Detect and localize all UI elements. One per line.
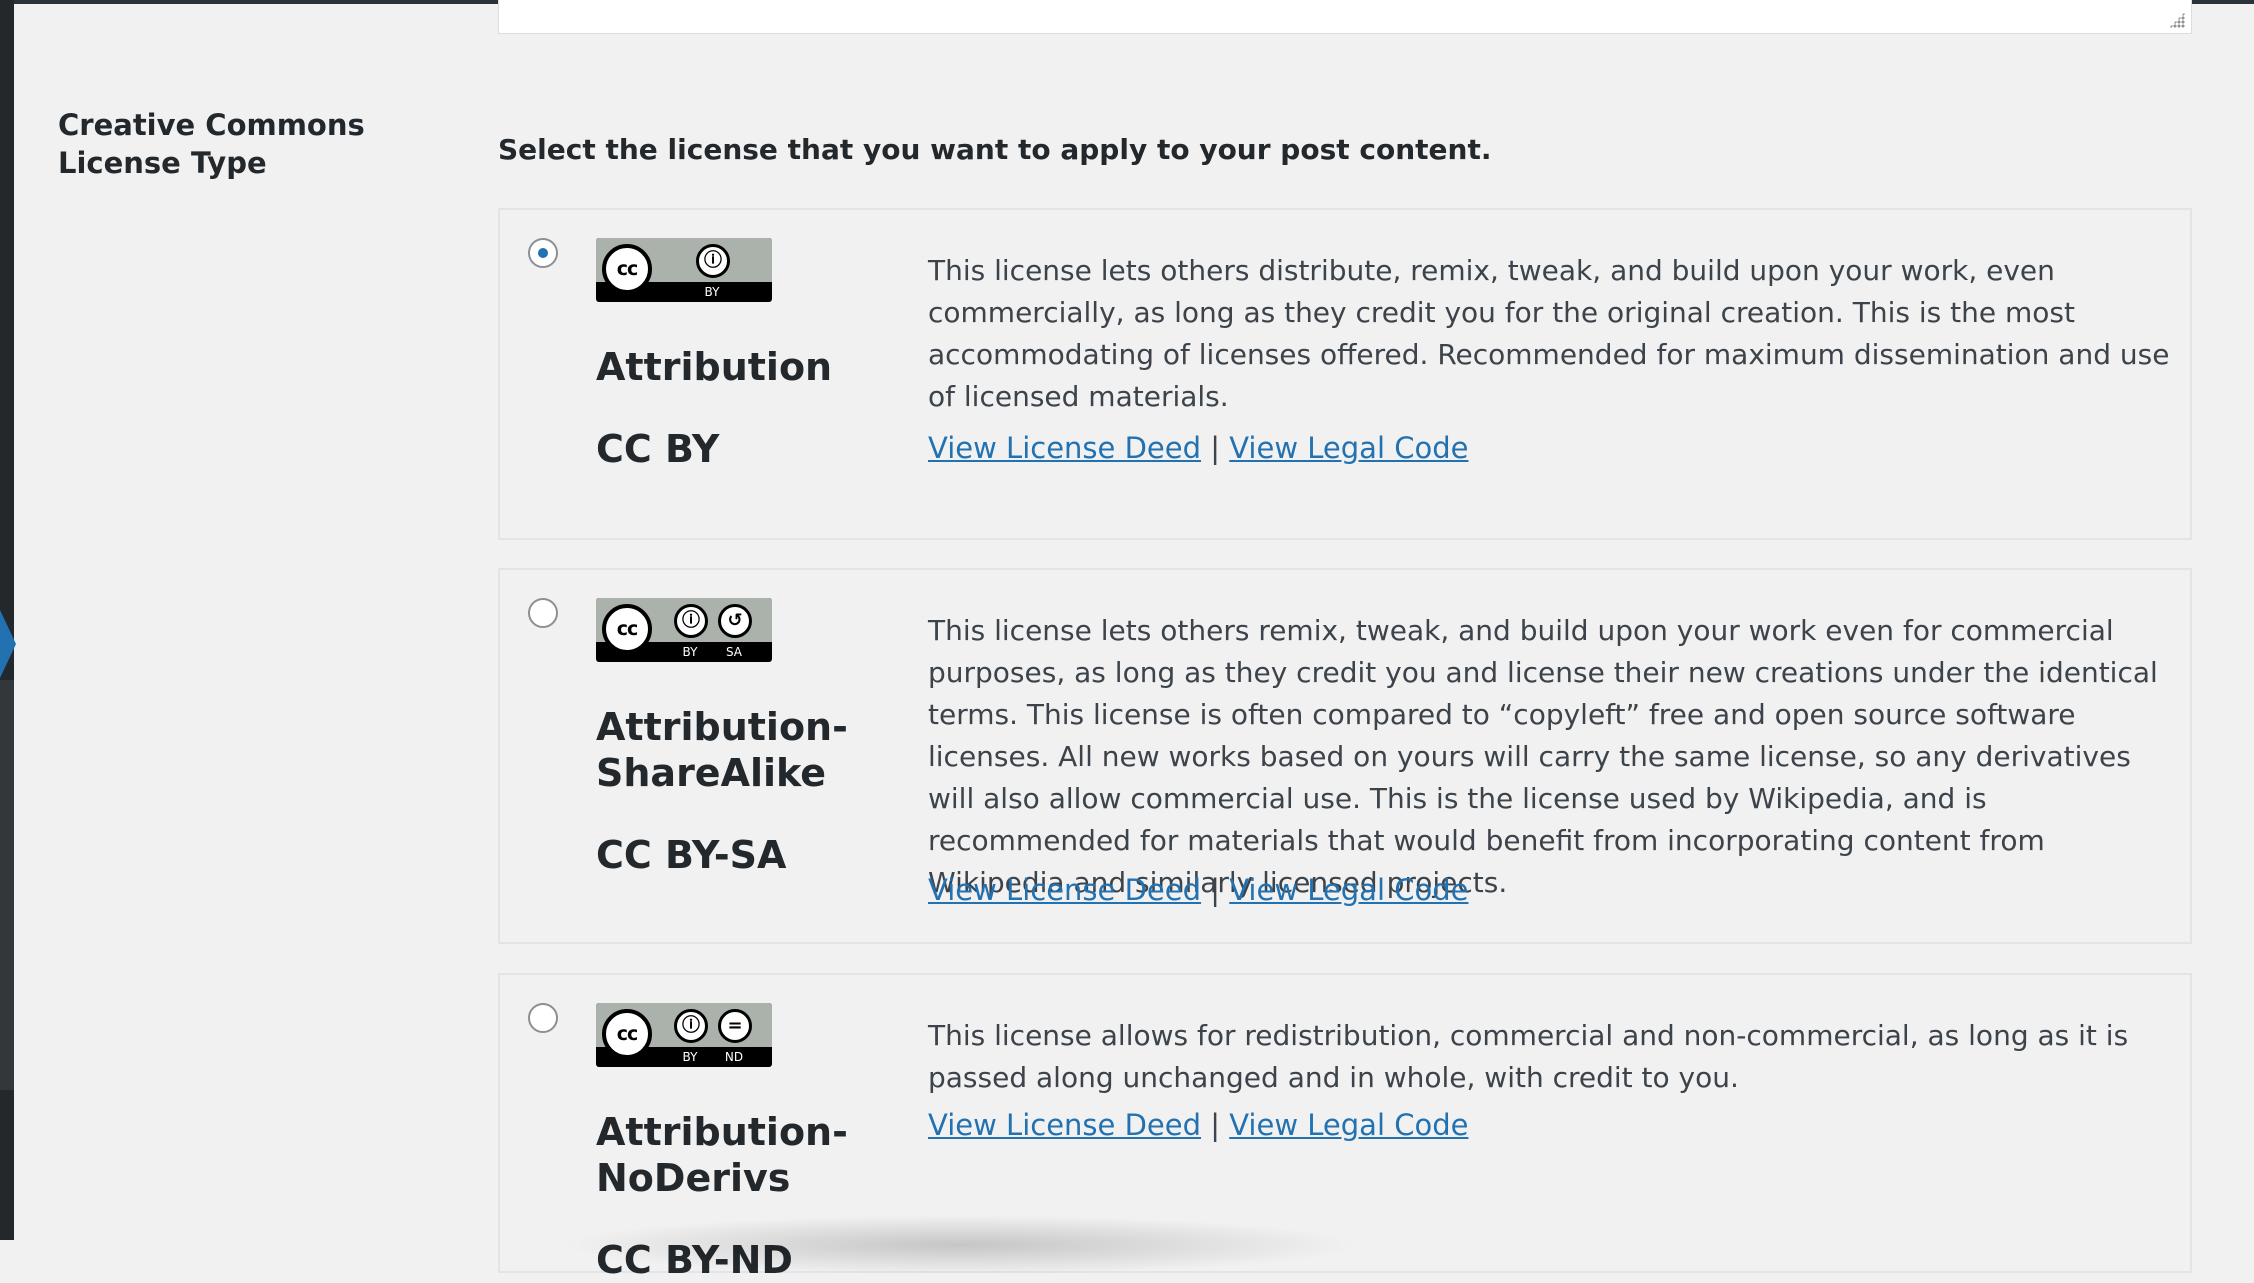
license-name: Attribution-ShareAlike [596, 705, 848, 795]
collapse-arrow-icon[interactable] [0, 610, 16, 678]
license-code: CC BY [596, 427, 720, 471]
view-legal-code-link[interactable]: View Legal Code [1229, 1108, 1468, 1142]
license-links: View License Deed | View Legal Code [928, 1105, 1468, 1145]
by-icon: ⓘ [674, 1009, 708, 1043]
badge-label: BY [682, 645, 698, 659]
field-label: Creative Commons License Type [58, 108, 365, 180]
resize-grip-icon[interactable] [2169, 12, 2185, 28]
cc-logo-icon: cc [602, 604, 652, 654]
drag-shadow [560, 1215, 1360, 1275]
license-links: View License Deed | View Legal Code [928, 428, 1468, 468]
license-name: Attribution [596, 345, 833, 389]
view-legal-code-link[interactable]: View Legal Code [1229, 431, 1468, 465]
by-icon: ⓘ [696, 244, 730, 278]
intro-text: Select the license that you want to appl… [498, 133, 1492, 166]
license-radio-cc-by-nd[interactable] [528, 1003, 558, 1033]
link-separator: | [1210, 431, 1221, 465]
cc-by-nd-badge-icon: cc ⓘ = BY ND [596, 1003, 772, 1067]
cc-by-sa-badge-icon: cc ⓘ ↺ BY SA [596, 598, 772, 662]
admin-sidebar-lower [0, 680, 14, 1090]
cc-logo-icon: cc [602, 244, 652, 294]
badge-label: ND [724, 1050, 744, 1064]
cc-by-badge-icon: cc ⓘ BY [596, 238, 772, 302]
license-code: CC BY-SA [596, 833, 787, 877]
view-license-deed-link[interactable]: View License Deed [928, 873, 1201, 907]
nd-icon: = [718, 1009, 752, 1043]
badge-label: BY [682, 1050, 698, 1064]
license-description: This license lets others remix, tweak, a… [928, 614, 2158, 899]
sa-icon: ↺ [718, 604, 752, 638]
license-description: This license lets others distribute, rem… [928, 254, 2170, 413]
license-radio-cc-by-sa[interactable] [528, 598, 558, 628]
link-separator: | [1210, 873, 1221, 907]
badge-label: SA [725, 645, 743, 659]
license-links: View License Deed | View Legal Code [928, 870, 1468, 910]
view-license-deed-link[interactable]: View License Deed [928, 1108, 1201, 1142]
license-option-cc-by[interactable]: cc ⓘ BY Attribution CC BY This license l… [498, 208, 2192, 540]
license-name: Attribution-NoDerivs [596, 1110, 848, 1200]
license-option-cc-by-sa[interactable]: cc ⓘ ↺ BY SA Attribution-ShareAlike CC B… [498, 568, 2192, 944]
license-radio-cc-by[interactable] [528, 238, 558, 268]
view-license-deed-link[interactable]: View License Deed [928, 431, 1201, 465]
content-textarea[interactable] [498, 0, 2192, 34]
view-legal-code-link[interactable]: View Legal Code [1229, 873, 1468, 907]
badge-label: BY [704, 285, 720, 299]
cc-logo-icon: cc [602, 1009, 652, 1059]
link-separator: | [1210, 1108, 1221, 1142]
license-description: This license allows for redistribution, … [928, 1019, 2129, 1094]
by-icon: ⓘ [674, 604, 708, 638]
